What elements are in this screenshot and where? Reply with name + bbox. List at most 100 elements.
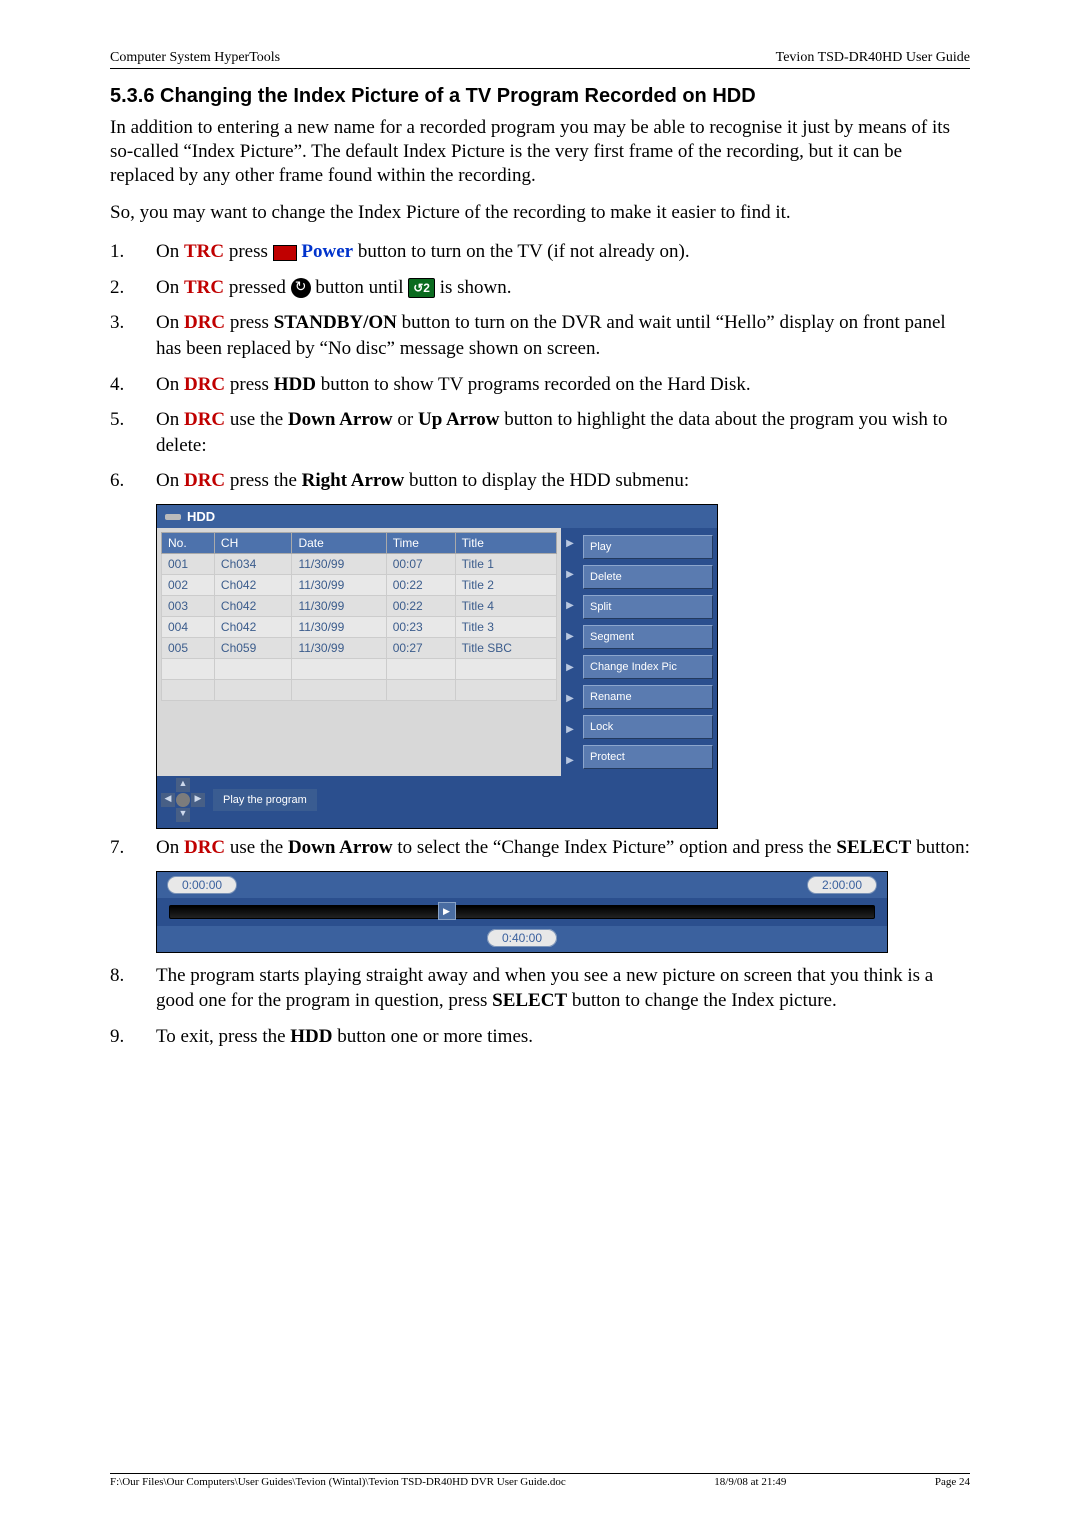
- cell-title: Title 1: [455, 554, 556, 575]
- hdd-screenshot: HDD No. CH Date Time Title 001 Ch034 11/…: [156, 504, 718, 829]
- text: use the: [225, 409, 288, 430]
- cell-no: 003: [162, 596, 215, 617]
- table-row-empty: [162, 659, 557, 680]
- hdd-table: No. CH Date Time Title 001 Ch034 11/30/9…: [161, 532, 557, 701]
- dpad-icon: ▲▼ ◀▶: [161, 778, 205, 822]
- menu-protect[interactable]: Protect: [583, 745, 713, 769]
- cell-date: 11/30/99: [292, 554, 386, 575]
- submenu: Play Delete Split Segment Change Index P…: [579, 528, 717, 776]
- table-row-empty: [162, 680, 557, 701]
- text: On: [156, 470, 184, 491]
- cell-title: Title SBC: [455, 638, 556, 659]
- text: button:: [911, 837, 970, 858]
- chevron-right-icon: ▶: [566, 538, 574, 549]
- steps-list-continued: 7. On DRC use the Down Arrow to select t…: [110, 835, 970, 861]
- footer-page: Page 24: [935, 1476, 970, 1488]
- cell-title: Title 2: [455, 575, 556, 596]
- mode-badge: ↺2: [408, 278, 435, 298]
- arrow-column: ▶ ▶ ▶ ▶ ▶ ▶ ▶ ▶: [561, 528, 579, 776]
- chevron-right-icon: ▶: [566, 755, 574, 766]
- step-9: 9. To exit, press the HDD button one or …: [110, 1024, 970, 1050]
- menu-lock[interactable]: Lock: [583, 715, 713, 739]
- menu-rename[interactable]: Rename: [583, 685, 713, 709]
- cell-ch: Ch042: [214, 617, 292, 638]
- text: On: [156, 409, 184, 430]
- hdd-label: HDD: [274, 374, 316, 395]
- text: pressed: [224, 277, 290, 298]
- page-footer: F:\Our Files\Our Computers\User Guides\T…: [110, 1473, 970, 1488]
- text: is shown.: [435, 277, 512, 298]
- time-start-pill: 0:00:00: [167, 876, 237, 894]
- drc-label: DRC: [184, 409, 225, 430]
- cell-time: 00:23: [386, 617, 455, 638]
- table-row[interactable]: 005 Ch059 11/30/99 00:27 Title SBC: [162, 638, 557, 659]
- menu-segment[interactable]: Segment: [583, 625, 713, 649]
- cell-title: Title 3: [455, 617, 556, 638]
- text: button to turn on the TV (if not already…: [353, 241, 690, 262]
- power-icon: [273, 245, 297, 261]
- cell-time: 00:22: [386, 575, 455, 596]
- text: To exit, press the: [156, 1026, 290, 1047]
- cell-time: 00:27: [386, 638, 455, 659]
- hdd-table-wrap: No. CH Date Time Title 001 Ch034 11/30/9…: [157, 528, 561, 776]
- timeline-track[interactable]: ▶: [169, 905, 875, 919]
- chevron-right-icon: ▶: [566, 631, 574, 642]
- text: to select the “Change Index Picture” opt…: [393, 837, 837, 858]
- col-ch: CH: [214, 533, 292, 554]
- col-date: Date: [292, 533, 386, 554]
- chevron-right-icon: ▶: [566, 600, 574, 611]
- text: press: [225, 374, 274, 395]
- menu-change-index-pic[interactable]: Change Index Pic: [583, 655, 713, 679]
- hdd-label: HDD: [290, 1026, 332, 1047]
- menu-delete[interactable]: Delete: [583, 565, 713, 589]
- step-number: 2.: [110, 275, 156, 301]
- text: button until: [311, 277, 409, 298]
- text: On: [156, 374, 184, 395]
- table-row[interactable]: 002 Ch042 11/30/99 00:22 Title 2: [162, 575, 557, 596]
- text: or: [393, 409, 418, 430]
- disk-icon: [165, 514, 181, 520]
- page-header: Computer System HyperTools Tevion TSD-DR…: [110, 50, 970, 69]
- cycle-icon: ↻: [291, 278, 311, 298]
- step-number: 5.: [110, 407, 156, 458]
- footer-date: 18/9/08 at 21:49: [714, 1476, 786, 1488]
- step-number: 4.: [110, 372, 156, 398]
- col-title: Title: [455, 533, 556, 554]
- steps-list-end: 8. The program starts playing straight a…: [110, 963, 970, 1050]
- cell-date: 11/30/99: [292, 638, 386, 659]
- cell-no: 005: [162, 638, 215, 659]
- step-number: 7.: [110, 835, 156, 861]
- table-row[interactable]: 004 Ch042 11/30/99 00:23 Title 3: [162, 617, 557, 638]
- text: press: [224, 241, 273, 262]
- footer-path: F:\Our Files\Our Computers\User Guides\T…: [110, 1476, 566, 1488]
- step-8: 8. The program starts playing straight a…: [110, 963, 970, 1014]
- time-end-pill: 2:00:00: [807, 876, 877, 894]
- cell-date: 11/30/99: [292, 575, 386, 596]
- menu-play[interactable]: Play: [583, 535, 713, 559]
- text: button to change the Index picture.: [567, 990, 837, 1011]
- text: button one or more times.: [333, 1026, 534, 1047]
- table-row[interactable]: 003 Ch042 11/30/99 00:22 Title 4: [162, 596, 557, 617]
- cell-no: 004: [162, 617, 215, 638]
- chevron-right-icon: ▶: [566, 662, 574, 673]
- step-5: 5. On DRC use the Down Arrow or Up Arrow…: [110, 407, 970, 458]
- step-1: 1. On TRC press Power button to turn on …: [110, 239, 970, 265]
- chevron-right-icon: ▶: [566, 693, 574, 704]
- step-7: 7. On DRC use the Down Arrow to select t…: [110, 835, 970, 861]
- text: use the: [225, 837, 288, 858]
- step-number: 9.: [110, 1024, 156, 1050]
- time-position-pill: 0:40:00: [487, 929, 557, 947]
- menu-split[interactable]: Split: [583, 595, 713, 619]
- text: On: [156, 277, 184, 298]
- drc-label: DRC: [184, 312, 225, 333]
- intro-paragraph-1: In addition to entering a new name for a…: [110, 116, 970, 187]
- table-header-row: No. CH Date Time Title: [162, 533, 557, 554]
- header-right: Tevion TSD-DR40HD User Guide: [776, 50, 970, 66]
- step-3: 3. On DRC press STANDBY/ON button to tur…: [110, 310, 970, 361]
- play-marker-icon[interactable]: ▶: [438, 902, 456, 920]
- col-time: Time: [386, 533, 455, 554]
- text: press: [225, 312, 274, 333]
- table-row[interactable]: 001 Ch034 11/30/99 00:07 Title 1: [162, 554, 557, 575]
- hdd-titlebar: HDD: [157, 505, 717, 528]
- drc-label: DRC: [184, 374, 225, 395]
